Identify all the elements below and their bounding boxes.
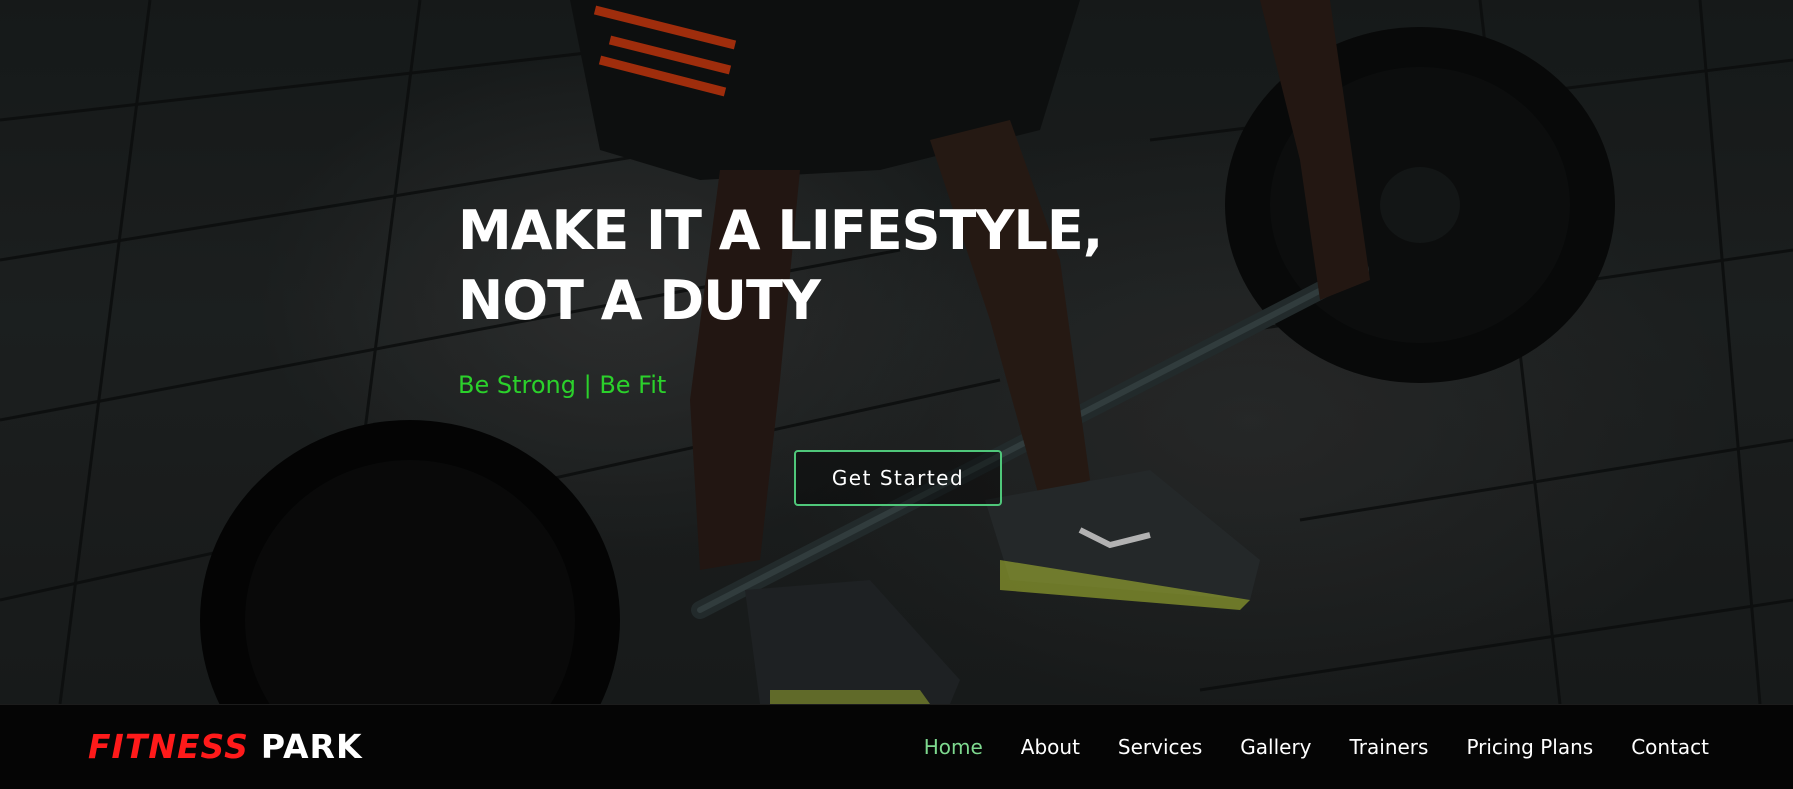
hero-title: MAKE IT A LIFESTYLE, NOT A DUTY: [458, 196, 1158, 336]
page: MAKE IT A LIFESTYLE, NOT A DUTY Be Stron…: [0, 0, 1793, 789]
nav-link-services[interactable]: Services: [1118, 735, 1202, 759]
nav-item-trainers: Trainers: [1350, 735, 1429, 759]
nav-link-about[interactable]: About: [1021, 735, 1080, 759]
get-started-button[interactable]: Get Started: [794, 450, 1002, 506]
nav-link-pricing-plans[interactable]: Pricing Plans: [1466, 735, 1593, 759]
brand-logo-accent: FITNESS: [88, 727, 249, 766]
nav-item-about: About: [1021, 735, 1080, 759]
hero-title-line-2: NOT A DUTY: [458, 269, 821, 332]
hero-section: MAKE IT A LIFESTYLE, NOT A DUTY Be Stron…: [0, 0, 1793, 704]
hero-title-line-1: MAKE IT A LIFESTYLE,: [458, 199, 1103, 262]
nav-link-trainers[interactable]: Trainers: [1350, 735, 1429, 759]
nav-item-home: Home: [924, 735, 983, 759]
nav-item-contact: Contact: [1631, 735, 1709, 759]
nav-item-services: Services: [1118, 735, 1202, 759]
brand-logo-rest: PARK: [260, 727, 363, 766]
nav-link-gallery[interactable]: Gallery: [1240, 735, 1311, 759]
nav-item-gallery: Gallery: [1240, 735, 1311, 759]
brand-logo[interactable]: FITNESS PARK: [88, 727, 363, 767]
nav-link-home[interactable]: Home: [924, 735, 983, 759]
nav-item-pricing-plans: Pricing Plans: [1466, 735, 1593, 759]
nav-link-contact[interactable]: Contact: [1631, 735, 1709, 759]
hero-dark-overlay: [0, 0, 1793, 704]
hero-tagline: Be Strong | Be Fit: [458, 371, 667, 399]
main-navbar: FITNESS PARK Home About Services Gallery …: [0, 704, 1793, 789]
nav-menu: Home About Services Gallery Trainers Pri…: [886, 705, 1709, 789]
